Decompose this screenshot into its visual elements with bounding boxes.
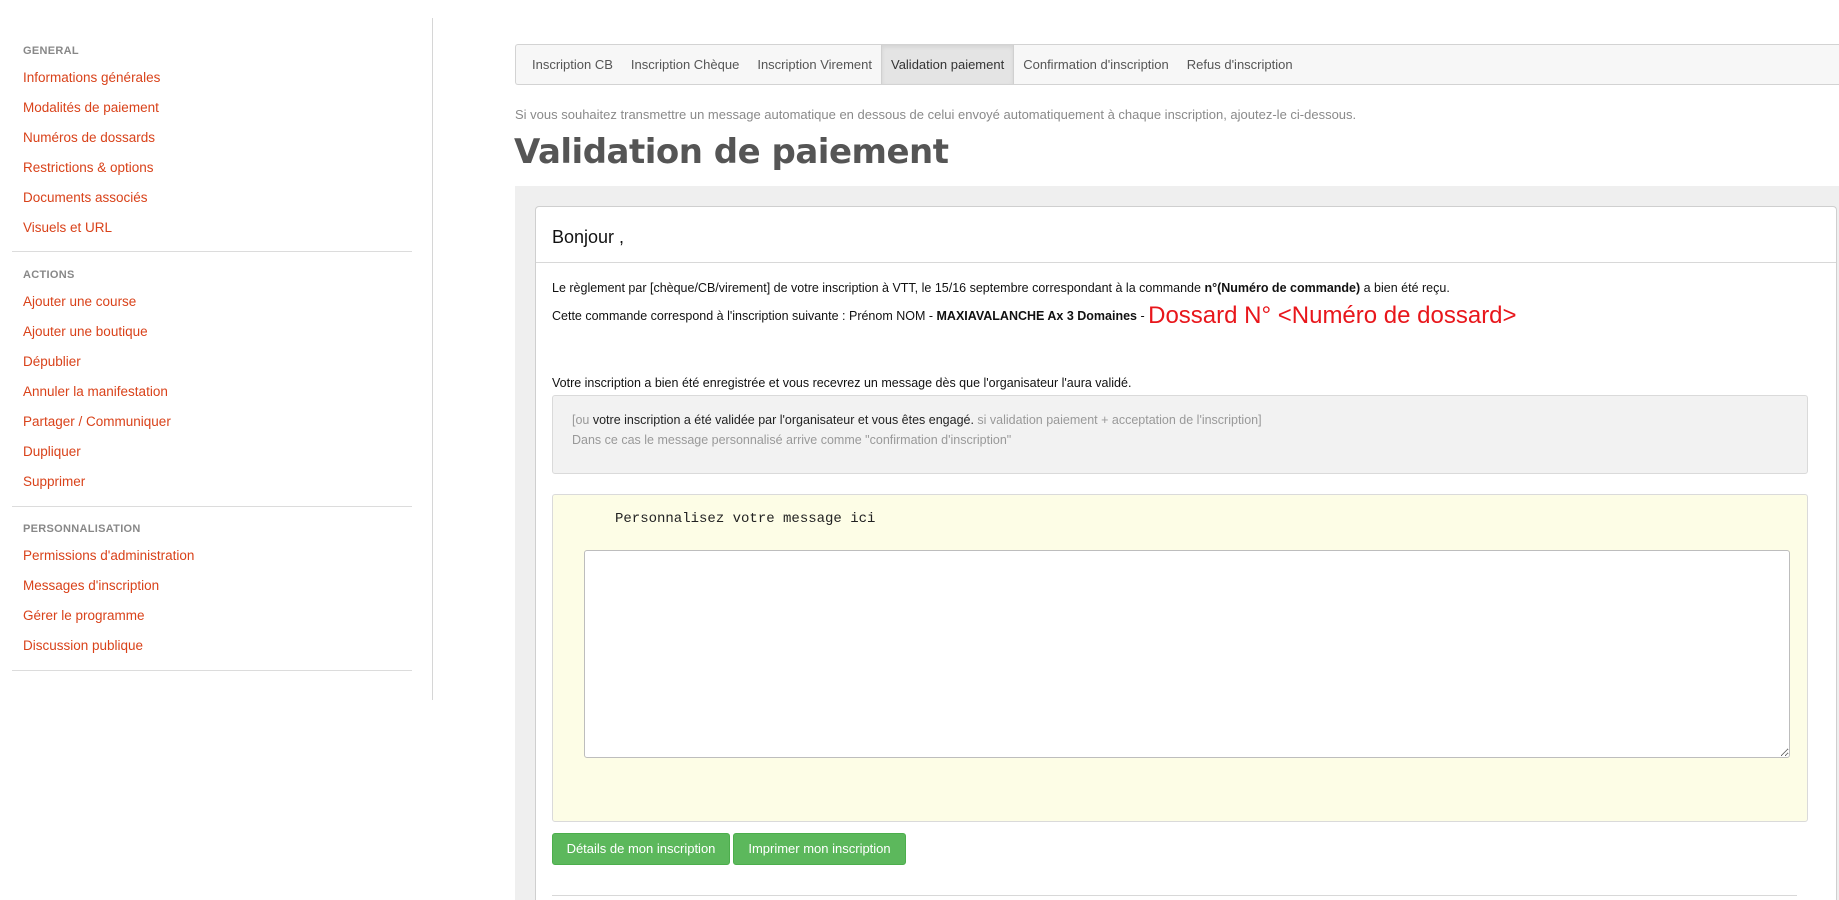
sidebar-heading: GENERAL xyxy=(23,45,79,57)
sidebar-heading: PERSONNALISATION xyxy=(23,523,141,535)
sidebar-item-annuler-manifestation[interactable]: Annuler la manifestation xyxy=(12,377,412,407)
sidebar-section-actions: ACTIONS Ajouter une course Ajouter une b… xyxy=(12,268,412,497)
email-header: Bonjour , xyxy=(536,207,1836,263)
note-line-2: Dans ce cas le message personnalisé arri… xyxy=(572,433,1012,447)
dossard-number: Dossard N° <Numéro de dossard> xyxy=(1148,302,1517,329)
order-number: n°(Numéro de commande) xyxy=(1204,281,1361,295)
email-separator: - xyxy=(1137,309,1149,323)
sidebar-item-restrictions-options[interactable]: Restrictions & options xyxy=(12,153,412,183)
page-title: Validation de paiement xyxy=(514,132,949,172)
sidebar-section-personnalisation: PERSONNALISATION Permissions d'administr… xyxy=(12,522,412,661)
sidebar-item-modalites-paiement[interactable]: Modalités de paiement xyxy=(12,93,412,123)
sidebar-divider xyxy=(12,670,412,671)
email-greeting: Bonjour , xyxy=(552,227,625,247)
sidebar-item-dupliquer[interactable]: Dupliquer xyxy=(12,437,412,467)
custom-message-box: Personnalisez votre message ici xyxy=(552,494,1808,822)
tab-inscription-cb[interactable]: Inscription CB xyxy=(523,45,622,84)
note-line-1: [ou votre inscription a été validée par … xyxy=(572,413,1262,427)
note-validated-text: votre inscription a été validée par l'or… xyxy=(592,413,974,427)
print-inscription-button[interactable]: Imprimer mon inscription xyxy=(733,833,906,865)
sidebar-divider xyxy=(12,251,412,252)
sidebar-item-messages-inscription[interactable]: Messages d'inscription xyxy=(12,571,412,601)
sidebar-item-ajouter-course[interactable]: Ajouter une course xyxy=(12,287,412,317)
custom-message-textarea[interactable] xyxy=(584,550,1790,758)
tab-inscription-virement[interactable]: Inscription Virement xyxy=(748,45,881,84)
sidebar-item-gerer-programme[interactable]: Gérer le programme xyxy=(12,601,412,631)
email-payment-line: Le règlement par [chèque/CB/virement] de… xyxy=(552,281,1450,295)
email-status-line: Votre inscription a bien été enregistrée… xyxy=(552,376,1131,390)
email-status-text: Votre inscription a bien été enregistrée… xyxy=(552,376,1132,390)
sidebar-item-informations-generales[interactable]: Informations générales xyxy=(12,63,412,93)
tab-validation-paiement[interactable]: Validation paiement xyxy=(880,45,1015,84)
sidebar-item-discussion-publique[interactable]: Discussion publique xyxy=(12,631,412,661)
sidebar: GENERAL Informations générales Modalités… xyxy=(0,0,412,900)
sidebar-item-supprimer[interactable]: Supprimer xyxy=(12,467,412,497)
sidebar-item-depublier[interactable]: Dépublier xyxy=(12,347,412,377)
intro-text: Si vous souhaitez transmettre un message… xyxy=(515,107,1357,122)
email-payment-text: Le règlement par [chèque/CB/virement] de… xyxy=(552,281,1205,295)
sidebar-heading: ACTIONS xyxy=(23,269,75,281)
sidebar-border xyxy=(432,18,433,700)
tab-confirmation-inscription[interactable]: Confirmation d'inscription xyxy=(1014,45,1178,84)
email-footer-divider xyxy=(552,895,1797,896)
sidebar-item-visuels-url[interactable]: Visuels et URL xyxy=(12,213,412,243)
event-name: MAXIAVALANCHE Ax 3 Domaines xyxy=(936,309,1138,323)
sidebar-item-permissions-administration[interactable]: Permissions d'administration xyxy=(12,541,412,571)
email-preview: Bonjour , Le règlement par [chèque/CB/vi… xyxy=(535,206,1837,900)
sidebar-section-general: GENERAL Informations générales Modalités… xyxy=(12,44,412,243)
tab-refus-inscription[interactable]: Refus d'inscription xyxy=(1178,45,1302,84)
note-suffix: si validation paiement + acceptation de … xyxy=(973,413,1262,427)
email-registration-text: Cette commande correspond à l'inscriptio… xyxy=(552,309,937,323)
tab-inscription-cheque[interactable]: Inscription Chèque xyxy=(622,45,748,84)
message-tabs: Inscription CB Inscription Chèque Inscri… xyxy=(515,44,1839,85)
sidebar-item-ajouter-boutique[interactable]: Ajouter une boutique xyxy=(12,317,412,347)
note-prefix: [ou xyxy=(572,413,593,427)
sidebar-item-partager-communiquer[interactable]: Partager / Communiquer xyxy=(12,407,412,437)
alternate-message-note: [ou votre inscription a été validée par … xyxy=(552,395,1808,474)
email-registration-line: Cette commande correspond à l'inscriptio… xyxy=(552,299,1517,329)
sidebar-divider xyxy=(12,506,412,507)
details-inscription-button[interactable]: Détails de mon inscription xyxy=(552,833,730,865)
email-payment-text-end: a bien été reçu. xyxy=(1360,281,1450,295)
custom-message-label: Personnalisez votre message ici xyxy=(615,511,876,527)
sidebar-item-documents-associes[interactable]: Documents associés xyxy=(12,183,412,213)
sidebar-item-numeros-dossards[interactable]: Numéros de dossards xyxy=(12,123,412,153)
